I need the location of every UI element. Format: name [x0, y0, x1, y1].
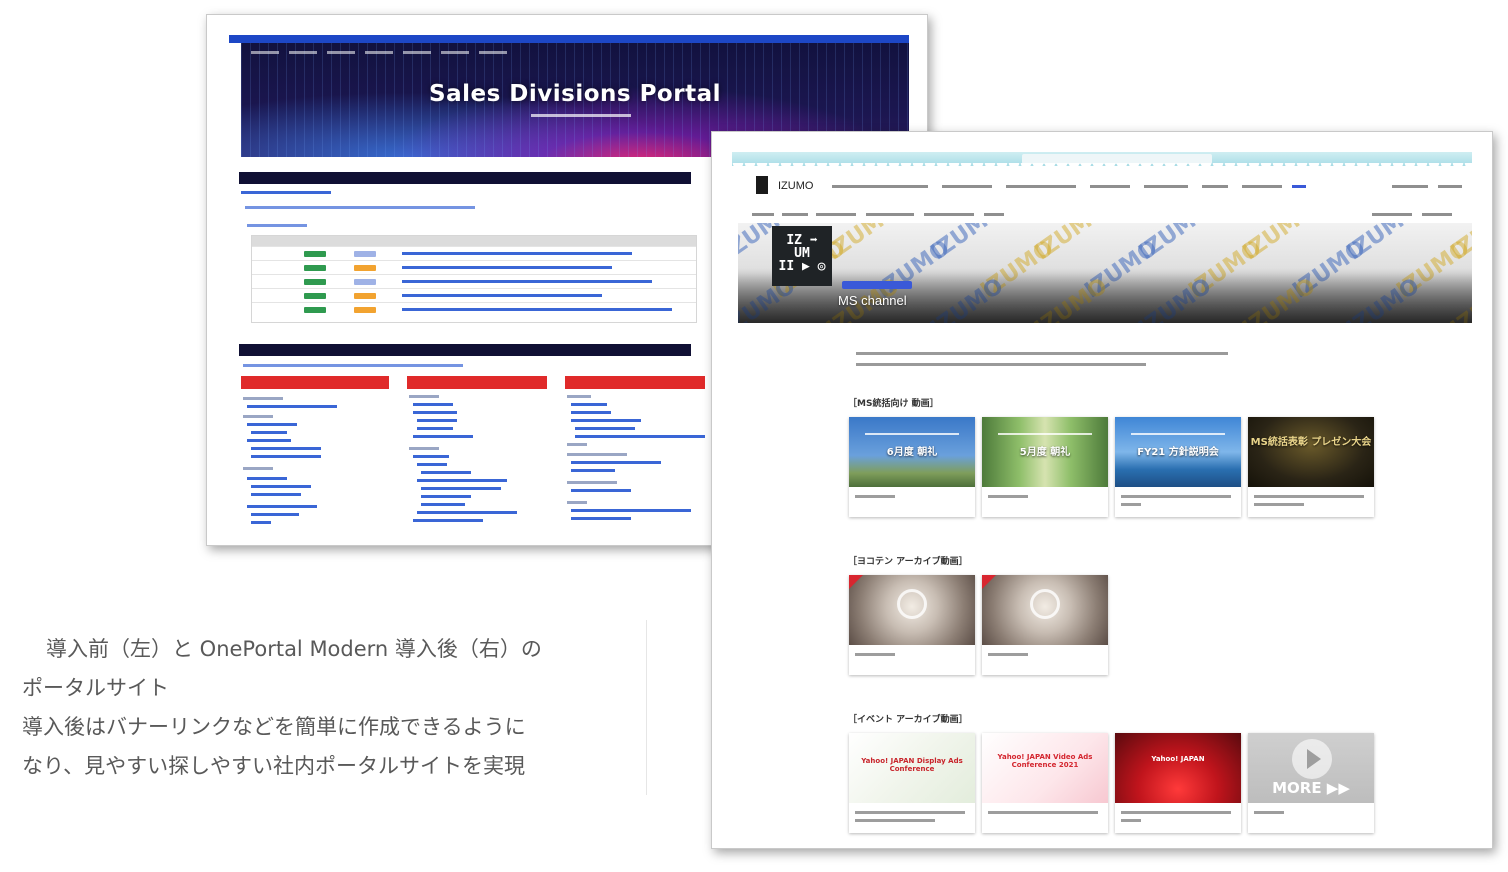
video-caption [1115, 487, 1241, 517]
hero-title: MS channel [838, 293, 907, 308]
old-portal-title: Sales Divisions Portal [429, 81, 721, 107]
old-section-bar [239, 344, 691, 356]
play-icon[interactable] [1292, 739, 1332, 779]
caption-line: 導入前（左）と OnePortal Modern 導入後（右）の [46, 637, 542, 661]
event-card[interactable]: Yahoo! JAPAN Display Ads Conference [849, 733, 975, 833]
description-line [856, 363, 1146, 366]
follow-button[interactable] [1392, 185, 1428, 188]
more-thumbnail[interactable]: MORE ▶▶ [1248, 733, 1374, 803]
nav-item[interactable] [1006, 185, 1076, 188]
video-title: 5月度 朝礼 [1019, 447, 1071, 458]
page-details-button[interactable] [866, 213, 914, 216]
old-category-header [407, 376, 547, 389]
video-caption [849, 487, 975, 517]
old-category-header [241, 376, 389, 389]
old-breadcrumb[interactable] [241, 191, 331, 194]
table-row[interactable] [252, 274, 696, 288]
comparison-caption: 導入前（左）と OnePortal Modern 導入後（右）の ポータルサイト… [22, 630, 652, 786]
section-heading-ms-videos: ［MS統括向け 動画］ [848, 399, 939, 409]
video-caption [1115, 803, 1241, 833]
handshake-thumbnail[interactable] [849, 575, 975, 645]
new-button[interactable] [752, 213, 774, 216]
more-label[interactable]: MORE ▶▶ [1248, 779, 1374, 797]
new-portal-suite-bar [732, 152, 1472, 169]
video-caption [982, 803, 1108, 833]
collage-canvas: Sales Divisions Portal IZUMO IZUMO IZUMO… [0, 0, 1508, 872]
video-caption [982, 487, 1108, 517]
caption-divider [646, 620, 647, 795]
edit-button[interactable] [1422, 213, 1452, 216]
video-thumbnail[interactable]: 6月度 朝礼 [849, 417, 975, 487]
video-caption [982, 645, 1108, 675]
nav-item[interactable] [1144, 185, 1188, 188]
video-card[interactable] [849, 575, 975, 675]
event-title: Yahoo! JAPAN Video Ads Conference 2021 [997, 753, 1093, 769]
event-thumbnail[interactable]: Yahoo! JAPAN Display Ads Conference [849, 733, 975, 803]
caption-line: なり、見やすい探しやすい社内ポータルサイトを実現 [22, 754, 525, 778]
table-row[interactable] [252, 302, 696, 316]
video-caption [1248, 803, 1374, 833]
old-tab-strip[interactable] [245, 206, 475, 209]
event-card[interactable]: Yahoo! JAPAN Video Ads Conference 2021 [982, 733, 1108, 833]
published-status [1372, 213, 1412, 216]
hero-banner: IZUMO IZUMO IZUMO IZUMO IZUMO IZUMO IZUMO IZUMO… [738, 223, 1472, 323]
new-portal-header: IZUMO [732, 168, 1472, 208]
video-thumbnail[interactable]: 5月度 朝礼 [982, 417, 1108, 487]
video-card[interactable]: 6月度 朝礼 [849, 417, 975, 517]
caption-line: ポータルサイト [22, 676, 169, 700]
nav-item[interactable] [942, 185, 992, 188]
nav-item[interactable] [1090, 185, 1130, 188]
izumo-logo: IZ ➡ UM II ▶ ◎ [772, 226, 832, 286]
event-thumbnail[interactable]: Yahoo! JAPAN [1115, 733, 1241, 803]
category-badge [842, 281, 912, 289]
video-title: 6月度 朝礼 [886, 447, 938, 458]
nav-item[interactable] [1202, 185, 1228, 188]
event-thumbnail[interactable]: Yahoo! JAPAN Video Ads Conference 2021 [982, 733, 1108, 803]
old-link-strip[interactable] [243, 364, 463, 367]
event-title: Yahoo! JAPAN Display Ads Conference [861, 757, 963, 773]
old-section-bar [239, 172, 691, 184]
video-title: MS統括表彰 プレゼン大会 [1250, 437, 1372, 448]
event-card[interactable]: Yahoo! JAPAN [1115, 733, 1241, 833]
video-title: FY21 方針説明会 [1137, 447, 1219, 458]
table-row[interactable] [252, 260, 696, 274]
old-list-title[interactable] [247, 224, 307, 227]
caption-line: 導入後はバナーリンクなどを簡単に作成できるように [22, 715, 526, 739]
izumo-site-logo-icon[interactable] [756, 176, 768, 194]
video-card[interactable]: FY21 方針説明会 [1115, 417, 1241, 517]
video-thumbnail[interactable]: MS統括表彰 プレゼン大会 [1248, 417, 1374, 487]
nav-item[interactable] [832, 185, 928, 188]
more-card[interactable]: MORE ▶▶ [1248, 733, 1374, 833]
section-heading-events: ［イベント アーカイブ動画］ [848, 715, 968, 725]
old-portal-top-nav [251, 48, 891, 56]
old-news-table [251, 235, 697, 323]
share-button[interactable] [1438, 185, 1462, 188]
event-title: Yahoo! JAPAN [1151, 755, 1205, 763]
video-card[interactable]: MS統括表彰 プレゼン大会 [1248, 417, 1374, 517]
old-category-header [565, 376, 705, 389]
old-portal-suite-bar [229, 35, 909, 43]
video-caption [1248, 487, 1374, 517]
send-button[interactable] [782, 213, 808, 216]
table-row[interactable] [252, 288, 696, 302]
nav-item-edit[interactable] [1292, 185, 1306, 188]
table-row[interactable] [252, 246, 696, 260]
old-table-header [252, 236, 696, 246]
promote-button[interactable] [816, 213, 856, 216]
new-portal-screenshot: IZUMO IZUMO IZUMO IZUMO IZUMO IZUMO IZUMO IZUM… [711, 131, 1493, 849]
video-caption [849, 645, 975, 675]
video-caption [849, 803, 975, 833]
video-card[interactable] [982, 575, 1108, 675]
description-line [856, 352, 1228, 355]
section-heading-yokoten: ［ヨコテン アーカイブ動画］ [848, 557, 968, 567]
nav-item[interactable] [1242, 185, 1282, 188]
video-thumbnail[interactable]: FY21 方針説明会 [1115, 417, 1241, 487]
command-bar [732, 208, 1472, 222]
immersive-reader-button[interactable] [924, 213, 974, 216]
analytics-button[interactable] [984, 213, 1004, 216]
old-portal-subtitle [531, 114, 631, 117]
handshake-thumbnail[interactable] [982, 575, 1108, 645]
site-name[interactable]: IZUMO [778, 180, 813, 192]
video-card[interactable]: 5月度 朝礼 [982, 417, 1108, 517]
